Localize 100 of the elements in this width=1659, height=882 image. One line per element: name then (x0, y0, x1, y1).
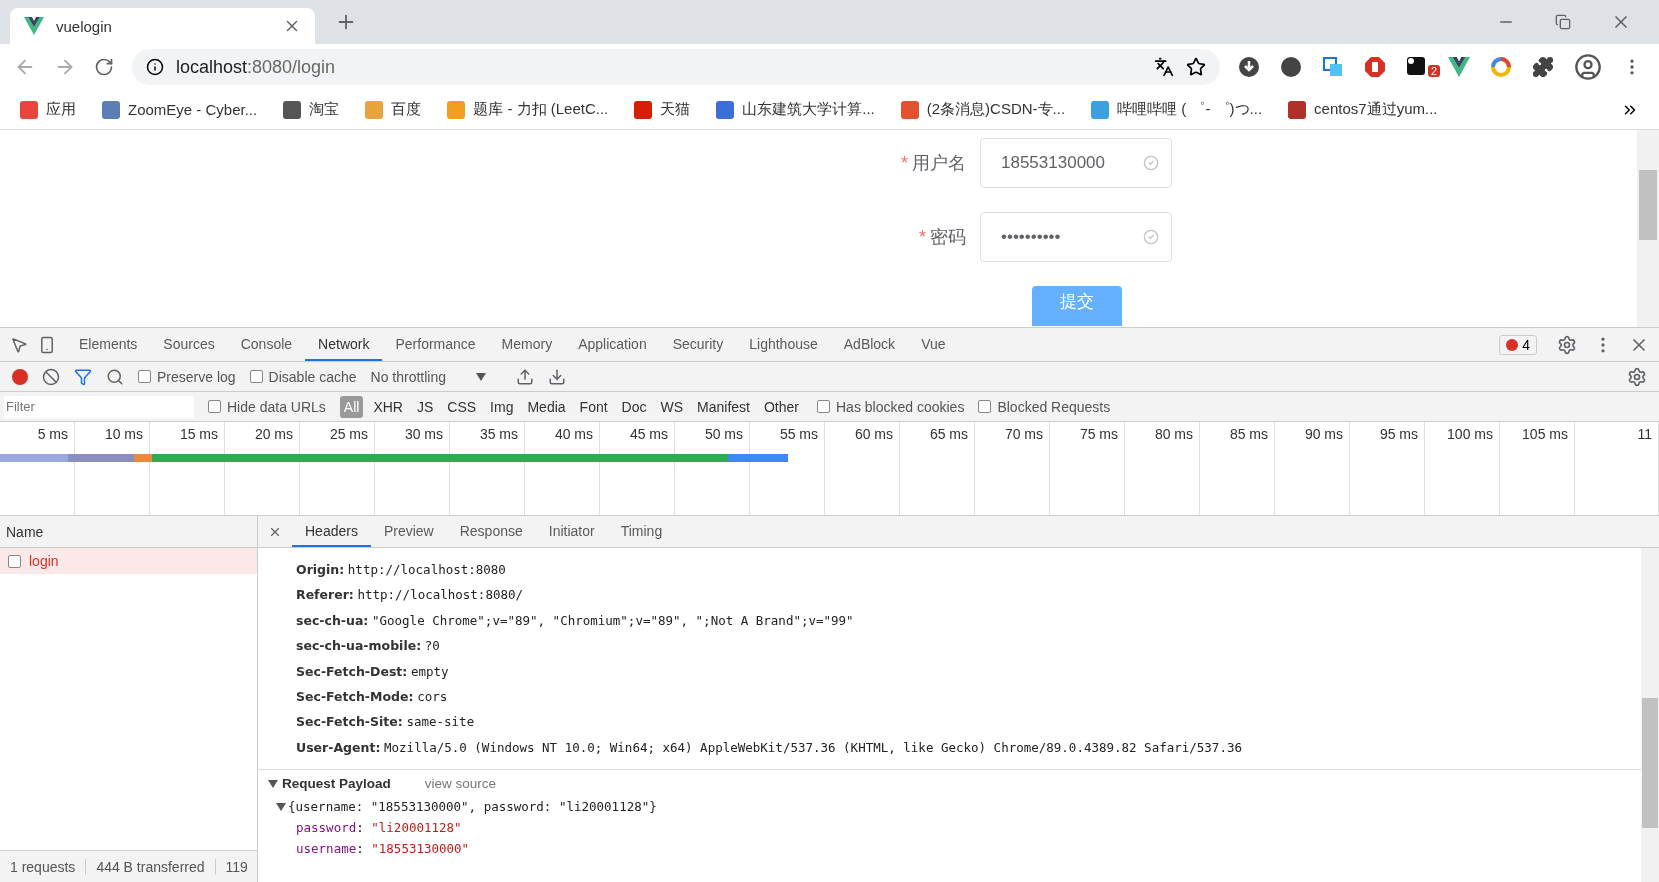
header-name: sec-ch-ua: (296, 612, 369, 628)
payload-summary[interactable]: {username: "18553130000", password: "li20001128"} (288, 799, 657, 815)
header-name: Sec-Fetch-Dest: (296, 663, 408, 679)
bookmark-link[interactable]: (2条消息)CSDN-专... (900, 100, 1066, 119)
input-field[interactable]: •••••••••• (980, 212, 1172, 262)
caret-icon[interactable] (476, 372, 486, 381)
bookmark-link[interactable]: 山东建筑大学计算... (716, 100, 875, 119)
detail-tab[interactable]: Preview (370, 516, 447, 547)
input-field[interactable]: 18553130000 (980, 138, 1172, 188)
header-name: Origin: (296, 562, 345, 577)
profile-icon[interactable] (1574, 53, 1602, 81)
expand-triangle-icon[interactable] (276, 801, 286, 812)
record-button[interactable] (12, 368, 28, 385)
header-name: User-Agent: (296, 739, 381, 755)
restore-icon[interactable] (1555, 14, 1571, 30)
checkbox[interactable]: Preserve log (138, 368, 236, 385)
type-filter[interactable]: Doc (617, 395, 651, 418)
devtools-tab[interactable]: AdBlock (830, 328, 909, 361)
tab-title: vuelogin (56, 17, 113, 35)
hand-stop-icon[interactable] (1364, 56, 1386, 78)
section-title[interactable]: Request Payload (268, 776, 391, 792)
bookmark-link[interactable]: 题库 - 力扣 (LeetC... (447, 100, 609, 119)
download-extension-icon[interactable] (1238, 56, 1260, 78)
detail-tab[interactable]: Initiator (535, 516, 608, 547)
translate-extension-icon[interactable] (1322, 56, 1344, 78)
time-tick: 65 ms (900, 422, 975, 515)
filter-icon[interactable] (74, 367, 92, 386)
upload-icon[interactable] (516, 367, 534, 386)
checkbox[interactable]: Blocked Requests (978, 398, 1111, 415)
detail-tab[interactable]: Timing (607, 516, 676, 547)
browser-tab[interactable]: vuelogin (10, 8, 315, 44)
vue-devtools-icon[interactable] (1448, 57, 1470, 77)
scrollbar[interactable] (1637, 130, 1659, 327)
bookmark-link[interactable]: 淘宝 (283, 100, 340, 119)
status-text: 444 B transferred (86, 858, 216, 875)
error-count-badge[interactable]: 4 (1499, 334, 1537, 355)
header-value: empty (410, 663, 449, 679)
time-tick: 90 ms (1275, 422, 1350, 515)
type-filter[interactable]: Img (486, 395, 518, 418)
clear-icon[interactable] (42, 367, 60, 386)
reload-button[interactable] (94, 57, 114, 77)
checkbox[interactable]: Has blocked cookies (817, 398, 965, 415)
extension-badge: 2 (1428, 65, 1441, 77)
filter-field[interactable]: Filter (4, 395, 194, 418)
time-tick: 70 ms (975, 422, 1050, 515)
type-filter[interactable]: Other (760, 395, 803, 418)
throttling-select[interactable]: No throttling (370, 368, 486, 385)
status-text: 1 requests (0, 858, 87, 875)
bookmark-link[interactable]: centos7通过yum... (1288, 100, 1438, 119)
download-icon[interactable] (548, 367, 566, 386)
type-filter[interactable]: JS (412, 395, 438, 418)
type-filter[interactable]: Font (575, 395, 612, 418)
header-value: ?0 (424, 638, 440, 654)
expand-triangle-icon[interactable] (268, 778, 278, 789)
header-value: "Google Chrome";v="89", "Chromium";v="89", ";Not A Brand";v="99" (372, 612, 854, 628)
devtools-tab[interactable]: Performance (382, 328, 489, 361)
detail-tab[interactable]: Response (446, 516, 536, 547)
type-filter[interactable]: WS (656, 395, 688, 418)
devtools-tab[interactable]: Lighthouse (736, 328, 831, 361)
info-icon (146, 58, 164, 76)
extensions-icon[interactable] (1532, 56, 1554, 78)
payload-field: username: "18553130000" (258, 835, 1641, 857)
type-filter[interactable]: CSS (443, 395, 481, 418)
checkbox[interactable]: Hide data URLs (208, 398, 326, 415)
translate-icon[interactable] (1154, 57, 1174, 77)
time-tick: 75 ms (1050, 422, 1125, 515)
ring-extension-icon[interactable] (1490, 56, 1512, 78)
detail-tab[interactable]: Headers (292, 516, 371, 547)
devtools-tab[interactable]: Security (659, 328, 737, 361)
type-filter[interactable]: XHR (369, 395, 407, 418)
checkbox[interactable]: Disable cache (249, 368, 357, 385)
name-column-header[interactable]: Name (0, 516, 257, 548)
time-tick: 80 ms (1125, 422, 1200, 515)
network-settings-icon[interactable] (1627, 366, 1647, 387)
type-filter[interactable]: Media (523, 395, 570, 418)
bookmark-link[interactable]: 天猫 (634, 100, 691, 119)
address-bar[interactable]: localhost:8080/login (132, 49, 1220, 85)
search-icon[interactable] (106, 367, 124, 386)
header-value: http://localhost:8080 (347, 562, 506, 577)
time-tick: 85 ms (1200, 422, 1275, 515)
devtools-tab[interactable]: Console (227, 328, 306, 361)
header-name: Sec-Fetch-Site: (296, 714, 403, 730)
bookmark-link[interactable]: 哔哩哔哩 ( ゜- ゜)つ... (1091, 100, 1263, 119)
bookmark-star-icon[interactable] (1186, 57, 1206, 77)
bookmark-link[interactable]: 百度 (365, 100, 422, 119)
scrollbar[interactable] (1641, 548, 1659, 882)
view-source-link[interactable]: view source (424, 776, 497, 792)
devtools-tab[interactable]: Elements (66, 328, 151, 361)
type-filter[interactable]: Manifest (693, 395, 754, 418)
devtools-tab[interactable]: Application (565, 328, 660, 361)
header-value: http://localhost:8080/ (357, 587, 524, 603)
devtools-tab[interactable]: Memory (488, 328, 566, 361)
devtools-tab[interactable]: Sources (150, 328, 228, 361)
bookmark-link[interactable]: 应用 (20, 100, 76, 119)
time-tick: 95 ms (1350, 422, 1425, 515)
devtools-tab[interactable]: Vue (908, 328, 959, 361)
time-tick: 60 ms (825, 422, 900, 515)
payload-field: password: "li20001128" (258, 814, 1641, 836)
request-row[interactable]: login (0, 548, 257, 574)
bookmark-link[interactable]: ZoomEye - Cyber... (102, 100, 258, 119)
